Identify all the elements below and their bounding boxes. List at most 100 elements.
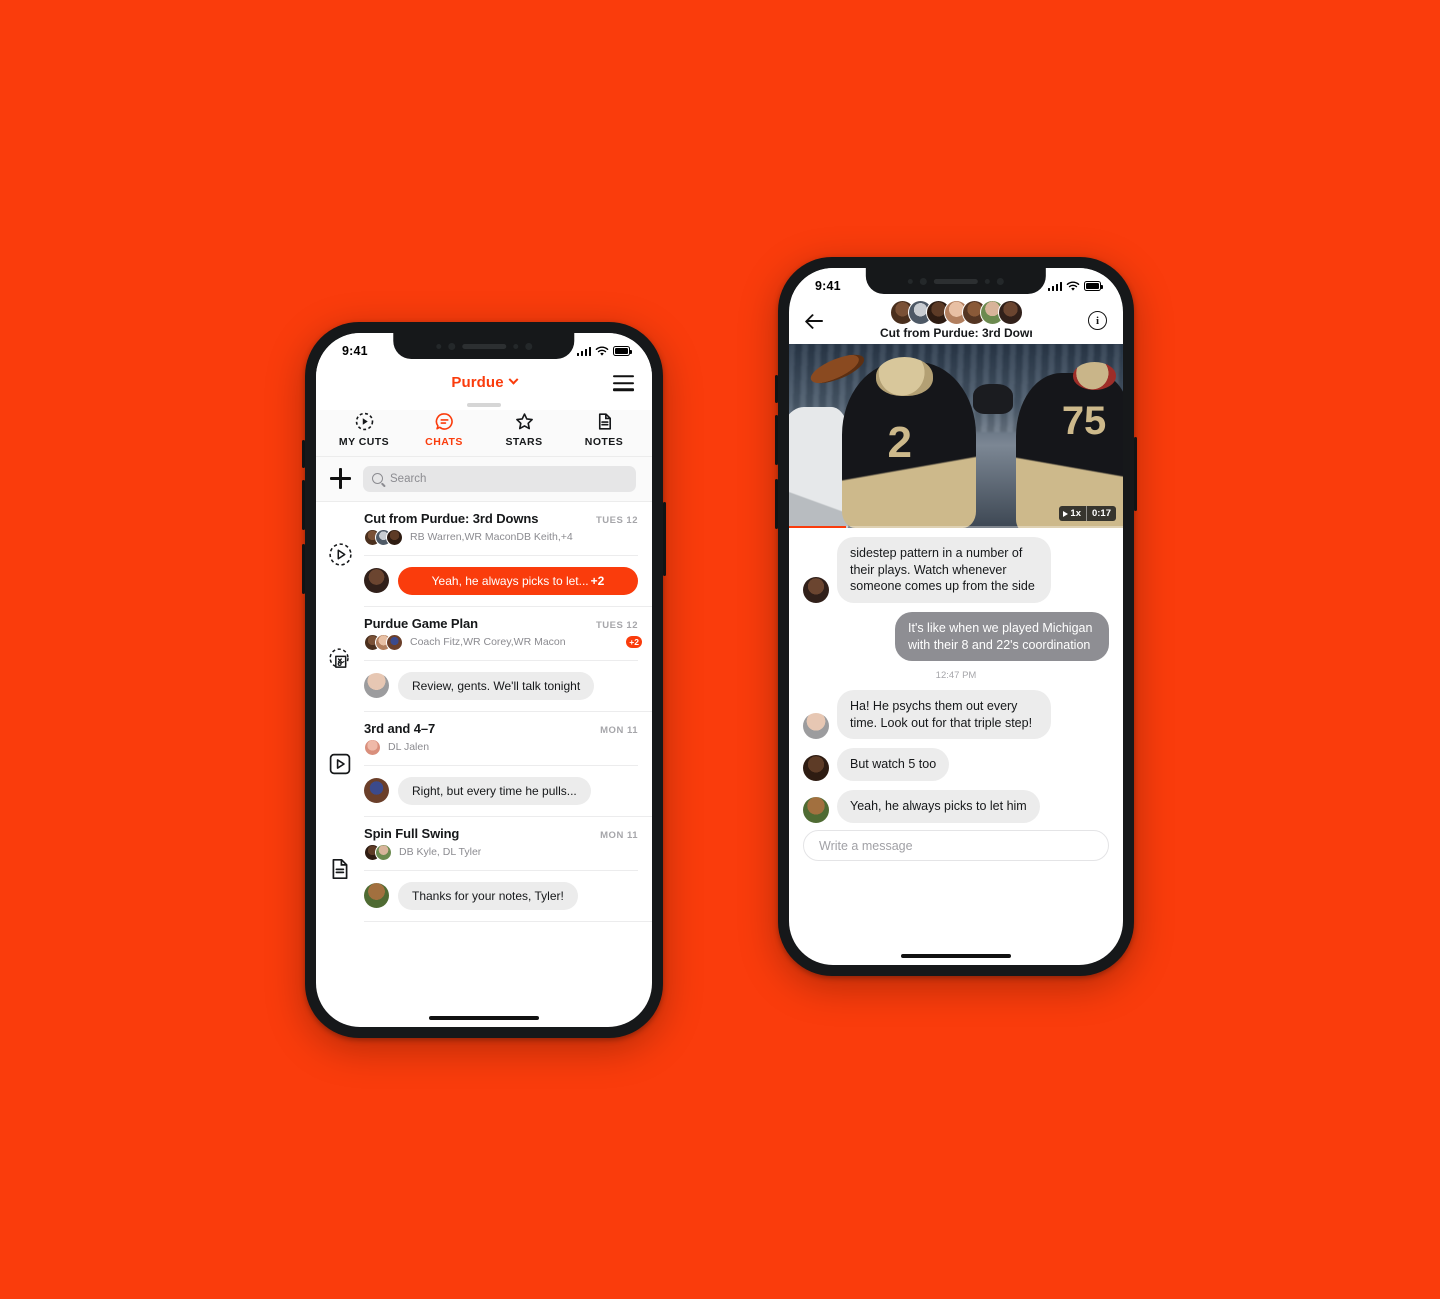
tab-stars[interactable]: STARS [484, 412, 564, 448]
document-icon [332, 858, 348, 880]
search-input[interactable]: Search [363, 465, 636, 492]
chat-card[interactable]: Purdue Game Plan TUES 12 Coach Fitz,WR C… [364, 607, 652, 712]
status-indicators [576, 345, 632, 357]
volume-up-button[interactable] [775, 375, 778, 403]
app-header: Purdue [316, 363, 652, 403]
star-icon [515, 412, 533, 429]
avatar [364, 778, 389, 803]
participant-avatars [889, 300, 1023, 325]
participant-avatars [364, 633, 403, 651]
phone-screen-right: 9:41 Cut from Purdue: 3rd Downs i 2 75 1… [789, 268, 1123, 965]
phone-device-left: 9:41 Purdue MY CUTS CHATS STARS NOTES Se… [302, 322, 666, 1038]
video-status-badge: 1x 0:17 [1059, 506, 1116, 521]
chat-preview-row: Right, but every time he pulls... [364, 766, 638, 805]
volume-down-button[interactable] [302, 480, 305, 530]
chat-preview-bubble[interactable]: Thanks for your notes, Tyler! [398, 881, 578, 910]
message-input[interactable]: Write a message [803, 830, 1109, 861]
front-camera-icon [996, 277, 1004, 285]
chat-preview-bubble[interactable]: Right, but every time he pulls... [398, 776, 591, 805]
team-selector[interactable]: Purdue [451, 374, 519, 392]
chat-title: Cut from Purdue: 3rd Downs [364, 510, 539, 526]
message-composer: Write a message [789, 830, 1123, 861]
front-camera-icon [525, 342, 532, 350]
square-play-icon [329, 753, 351, 775]
proximity-sensor-icon [919, 277, 927, 285]
tab-chats[interactable]: CHATS [404, 412, 484, 448]
chat-card[interactable]: Cut from Purdue: 3rd Downs TUES 12 RB Wa… [364, 502, 652, 607]
message-row-incoming: Yeah, he always picks to let him [803, 790, 1109, 823]
chat-card[interactable]: 3rd and 4–7 MON 11 DL Jalen Right, but e… [364, 712, 652, 817]
message-bubble[interactable]: sidestep pattern in a number of their pl… [837, 537, 1051, 603]
message-bubble[interactable]: Yeah, he always picks to let him [837, 790, 1040, 823]
chat-type-rail [316, 712, 364, 817]
volume-down-button[interactable] [775, 415, 778, 465]
participant-names: RB Warren,WR MaconDB Keith,+4 [410, 531, 573, 543]
participant-names: DL Jalen [388, 741, 430, 753]
home-indicator[interactable] [429, 1015, 539, 1020]
power-button[interactable] [663, 502, 666, 576]
chat-participants: Coach Fitz,WR Corey,WR Macon +2 [364, 633, 642, 651]
participant-avatars [364, 528, 403, 546]
list-item[interactable]: Cut from Purdue: 3rd Downs TUES 12 RB Wa… [316, 502, 652, 607]
list-item[interactable]: Purdue Game Plan TUES 12 Coach Fitz,WR C… [316, 607, 652, 712]
message-bubble[interactable]: But watch 5 too [837, 748, 950, 781]
message-timestamp: 12:47 PM [935, 670, 977, 682]
list-item[interactable]: 3rd and 4–7 MON 11 DL Jalen Right, but e… [316, 712, 652, 817]
back-arrow-icon[interactable] [805, 311, 824, 330]
ambient-sensor-icon [436, 343, 441, 349]
tab-label: NOTES [584, 435, 624, 448]
video-duration-label: 0:17 [1085, 506, 1116, 521]
avatar [803, 755, 829, 781]
search-placeholder: Search [390, 472, 427, 485]
add-chat-button[interactable] [330, 468, 351, 489]
message-row-incoming: sidestep pattern in a number of their pl… [803, 537, 1109, 603]
chat-preview-bubble[interactable]: Review, gents. We'll talk tonight [398, 671, 595, 700]
chat-card-header: Cut from Purdue: 3rd Downs TUES 12 [364, 511, 638, 526]
document-icon [598, 412, 611, 430]
mute-switch[interactable] [302, 544, 305, 594]
chat-preview-row: Yeah, he always picks to let... +2 [364, 556, 638, 595]
chat-card[interactable]: Spin Full Swing MON 11 DB Kyle, DL Tyler [364, 817, 652, 922]
chevron-down-icon [508, 374, 519, 385]
avatar [386, 528, 403, 546]
avatar [803, 576, 829, 603]
message-bubble[interactable]: Ha! He psychs them out every time. Look … [837, 690, 1051, 740]
playback-speed[interactable]: 1x [1059, 506, 1086, 521]
info-circle-icon[interactable]: i [1088, 311, 1107, 330]
chat-title: Purdue Game Plan [364, 615, 478, 631]
chat-date: MON 11 [600, 829, 638, 841]
status-time: 9:41 [342, 344, 368, 358]
participant-avatars [364, 843, 392, 861]
mute-switch[interactable] [775, 479, 778, 529]
video-player[interactable]: 2 75 1x 0:17 [789, 344, 1123, 528]
power-button[interactable] [1134, 437, 1137, 511]
message-bubble[interactable]: It's like when we played Michigan with t… [895, 611, 1109, 662]
device-notch [865, 268, 1047, 294]
avatar [364, 883, 389, 908]
tab-label: MY CUTS [338, 435, 390, 448]
tab-notes[interactable]: NOTES [564, 412, 644, 448]
chat-preview-bubble[interactable]: Yeah, he always picks to let... +2 [398, 566, 638, 595]
message-row-outgoing: It's like when we played Michigan with t… [803, 611, 1109, 662]
ir-camera-icon [984, 278, 990, 284]
unread-count-badge: +2 [590, 573, 605, 588]
battery-icon [613, 346, 632, 356]
cellular-signal-icon [1047, 281, 1062, 291]
search-icon [372, 473, 383, 484]
video-frame-image: 2 75 [789, 344, 1123, 528]
hamburger-icon[interactable] [613, 375, 634, 391]
avatar [364, 568, 389, 593]
conversation-identity[interactable]: Cut from Purdue: 3rd Downs [824, 300, 1088, 340]
sheet-grabber[interactable] [467, 403, 501, 407]
chat-date: TUES 12 [595, 514, 638, 526]
chat-participants: DL Jalen [364, 738, 638, 756]
list-item[interactable]: Spin Full Swing MON 11 DB Kyle, DL Tyler [316, 817, 652, 922]
dashed-play-circle-icon [355, 412, 373, 430]
volume-up-button[interactable] [302, 440, 305, 468]
tab-my-cuts[interactable]: MY CUTS [324, 412, 404, 448]
dashed-playbook-icon [329, 648, 349, 668]
home-indicator[interactable] [901, 953, 1011, 958]
participant-overflow-badge: +2 [626, 635, 642, 648]
chat-type-rail [316, 817, 364, 922]
avatar [803, 796, 829, 823]
